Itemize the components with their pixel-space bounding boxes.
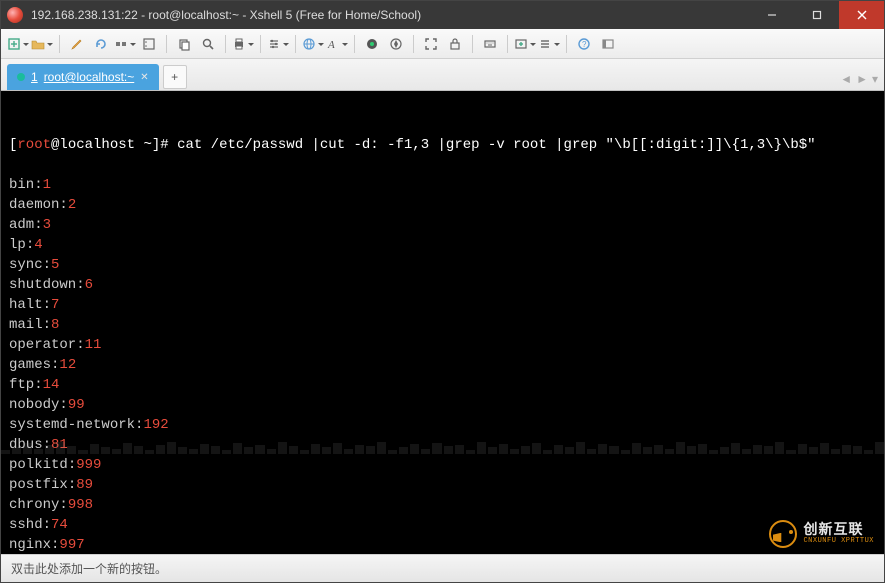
command-text: cat /etc/passwd |cut -d: -f1,3 |grep -v … bbox=[169, 137, 816, 153]
connection-dot-icon bbox=[17, 73, 25, 81]
output-line: dbus:81 bbox=[9, 435, 876, 455]
tab-label: root@localhost:~ bbox=[44, 70, 135, 84]
settings-icon[interactable] bbox=[267, 33, 289, 55]
tab-scroll: ◄ ► ▾ bbox=[840, 72, 878, 86]
copy-icon[interactable] bbox=[173, 33, 195, 55]
separator-icon bbox=[566, 35, 567, 53]
edit-icon[interactable] bbox=[66, 33, 88, 55]
close-button[interactable] bbox=[839, 1, 884, 29]
tab-index: 1 bbox=[31, 70, 38, 84]
list-icon[interactable] bbox=[538, 33, 560, 55]
fullscreen-icon[interactable] bbox=[420, 33, 442, 55]
separator-icon bbox=[295, 35, 296, 53]
lock-icon[interactable] bbox=[444, 33, 466, 55]
toolbar: A ? bbox=[1, 29, 884, 59]
output-line: shutdown:6 bbox=[9, 275, 876, 295]
output-line: games:12 bbox=[9, 355, 876, 375]
sidebar-icon[interactable] bbox=[597, 33, 619, 55]
output-line: chrony:998 bbox=[9, 495, 876, 515]
tab-menu-icon[interactable]: ▾ bbox=[872, 72, 878, 86]
output-line: sync:5 bbox=[9, 255, 876, 275]
output-line: daemon:2 bbox=[9, 195, 876, 215]
output-line: systemd-network:192 bbox=[9, 415, 876, 435]
titlebar: 192.168.238.131:22 - root@localhost:~ - … bbox=[1, 1, 884, 29]
output-line: ftp:14 bbox=[9, 375, 876, 395]
watermark: 创新互联 CNXUNFU XPRTTUX bbox=[769, 520, 874, 548]
app-icon bbox=[7, 7, 23, 23]
output-line: bin:1 bbox=[9, 175, 876, 195]
reconnect-icon[interactable] bbox=[90, 33, 112, 55]
svg-text:?: ? bbox=[582, 40, 587, 49]
statusbar-hint: 双击此处添加一个新的按钮。 bbox=[11, 560, 167, 577]
output-lines: bin:1daemon:2adm:3lp:4sync:5shutdown:6ha… bbox=[9, 175, 876, 554]
separator-icon bbox=[507, 35, 508, 53]
watermark-sub: CNXUNFU XPRTTUX bbox=[803, 538, 874, 545]
separator-icon bbox=[225, 35, 226, 53]
find-icon[interactable] bbox=[197, 33, 219, 55]
output-line: sshd:74 bbox=[9, 515, 876, 535]
separator-icon bbox=[413, 35, 414, 53]
new-window-icon[interactable] bbox=[514, 33, 536, 55]
compass-icon[interactable] bbox=[385, 33, 407, 55]
output-line: nobody:99 bbox=[9, 395, 876, 415]
keyboard-icon[interactable] bbox=[479, 33, 501, 55]
minimize-button[interactable] bbox=[749, 1, 794, 29]
output-line: halt:7 bbox=[9, 295, 876, 315]
output-line: operator:11 bbox=[9, 335, 876, 355]
tab-session[interactable]: 1 root@localhost:~ ✕ bbox=[7, 64, 159, 90]
output-line: mail:8 bbox=[9, 315, 876, 335]
separator-icon bbox=[260, 35, 261, 53]
prompt-line-1: [root@localhost ~]# cat /etc/passwd |cut… bbox=[9, 135, 876, 155]
help-icon[interactable]: ? bbox=[573, 33, 595, 55]
maximize-button[interactable] bbox=[794, 1, 839, 29]
color-icon[interactable] bbox=[361, 33, 383, 55]
print-icon[interactable] bbox=[232, 33, 254, 55]
separator-icon bbox=[472, 35, 473, 53]
statusbar[interactable]: 双击此处添加一个新的按钮。 bbox=[1, 554, 884, 582]
svg-text:A: A bbox=[327, 39, 335, 51]
tab-prev-icon[interactable]: ◄ bbox=[840, 72, 852, 86]
output-line: nginx:997 bbox=[9, 535, 876, 554]
new-tab-button[interactable]: + bbox=[163, 65, 187, 89]
terminal[interactable]: [root@localhost ~]# cat /etc/passwd |cut… bbox=[1, 91, 884, 554]
new-session-icon[interactable] bbox=[7, 33, 29, 55]
tab-next-icon[interactable]: ► bbox=[856, 72, 868, 86]
separator-icon bbox=[354, 35, 355, 53]
open-icon[interactable] bbox=[31, 33, 53, 55]
properties-icon[interactable] bbox=[138, 33, 160, 55]
watermark-logo-icon bbox=[769, 520, 797, 548]
disconnect-icon[interactable] bbox=[114, 33, 136, 55]
separator-icon bbox=[166, 35, 167, 53]
watermark-main: 创新互联 bbox=[803, 524, 874, 538]
output-line: adm:3 bbox=[9, 215, 876, 235]
tab-close-icon[interactable]: ✕ bbox=[140, 72, 148, 83]
output-line: postfix:89 bbox=[9, 475, 876, 495]
tabbar: 1 root@localhost:~ ✕ + ◄ ► ▾ bbox=[1, 59, 884, 91]
window-title: 192.168.238.131:22 - root@localhost:~ - … bbox=[29, 8, 749, 22]
globe-icon[interactable] bbox=[302, 33, 324, 55]
font-icon[interactable]: A bbox=[326, 33, 348, 55]
separator-icon bbox=[59, 35, 60, 53]
output-line: lp:4 bbox=[9, 235, 876, 255]
output-line: polkitd:999 bbox=[9, 455, 876, 475]
